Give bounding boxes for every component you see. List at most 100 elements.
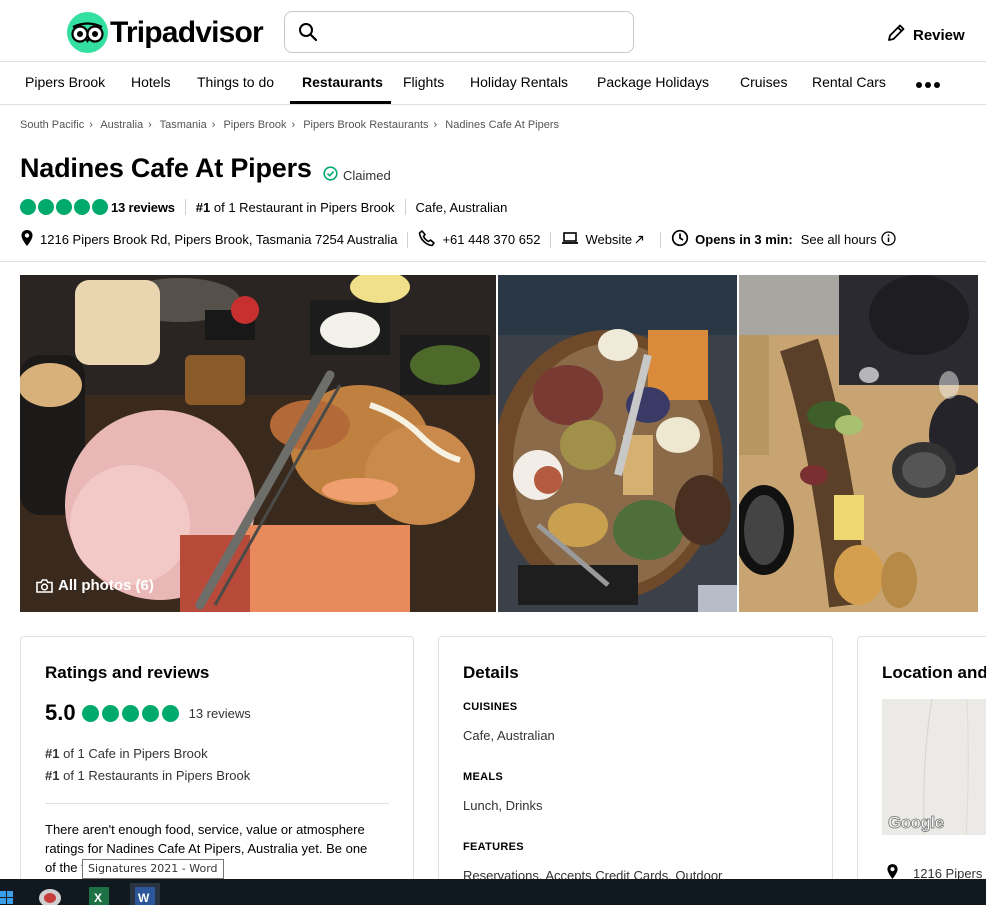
divider	[660, 231, 662, 248]
rank-cafe[interactable]: #1 of 1 Cafe in Pipers Brook	[45, 746, 208, 761]
meals-value: Lunch, Drinks	[463, 798, 543, 813]
search-icon	[298, 22, 318, 47]
main-nav: Pipers Brook Hotels Things to do Restaur…	[0, 63, 986, 105]
breadcrumb-current: Nadines Cafe At Pipers	[445, 119, 559, 131]
divider	[404, 199, 406, 215]
ranking[interactable]: #1 of 1 Restaurant in Pipers Brook	[196, 200, 395, 215]
rank-restaurants[interactable]: #1 of 1 Restaurants in Pipers Brook	[45, 768, 250, 783]
windows-taskbar: X W	[0, 879, 986, 905]
phone-link[interactable]: +61 448 370 652	[418, 229, 540, 250]
rating-bubble	[121, 704, 139, 722]
breadcrumb-item[interactable]: South Pacific	[20, 119, 84, 131]
svg-text:W: W	[138, 891, 150, 905]
details-card: Details CUISINES Cafe, Australian MEALS …	[438, 636, 833, 896]
chevron-right-icon: ›	[148, 119, 152, 131]
photo-platter-bowl[interactable]	[498, 275, 737, 612]
photo-grazing-table[interactable]	[739, 275, 978, 612]
page-title: Nadines Cafe At Pipers	[20, 153, 312, 183]
listing-meta: 13 reviews #1 of 1 Restaurant in Pipers …	[20, 199, 507, 215]
chevron-right-icon: ›	[89, 119, 93, 131]
rating-bubble	[101, 704, 119, 722]
rating-bubble	[20, 199, 36, 215]
cuisines-label: CUISINES	[463, 701, 518, 713]
write-review-button[interactable]: Review	[885, 22, 965, 48]
divider	[45, 803, 389, 804]
rating-bubble	[38, 199, 54, 215]
details-card-title: Details	[463, 663, 519, 682]
location-map[interactable]: Google	[882, 699, 986, 835]
info-icon[interactable]	[880, 230, 902, 249]
location-card: Location and contact Google 1216 Pipers	[857, 636, 986, 896]
breadcrumb-item[interactable]: Pipers Brook Restaurants	[303, 119, 428, 131]
nav-item-cruises[interactable]: Cruises	[740, 63, 787, 104]
camera-icon	[36, 578, 58, 593]
contact-row: 1216 Pipers Brook Rd, Pipers Brook, Tasm…	[20, 229, 902, 250]
rating-bubble	[56, 199, 72, 215]
website-link[interactable]: Website	[561, 230, 650, 249]
external-link-icon	[635, 232, 650, 247]
divider	[407, 231, 409, 248]
rating-bubble	[92, 199, 108, 215]
nav-item-things-to-do[interactable]: Things to do	[197, 63, 274, 104]
rank-number: #1	[195, 199, 211, 215]
rank-text: of 1 Cafe in Pipers Brook	[63, 746, 208, 761]
svg-text:X: X	[94, 891, 102, 905]
nav-item-restaurants[interactable]: Restaurants	[290, 63, 391, 104]
word-icon[interactable]: W	[130, 883, 160, 905]
browser-app-icon[interactable]	[38, 883, 62, 905]
breadcrumb-item[interactable]: Pipers Brook	[223, 119, 286, 131]
phone-icon	[418, 229, 442, 250]
clock-icon	[671, 229, 695, 250]
all-photos-button[interactable]: All photos (6)	[36, 577, 154, 594]
nav-item-package-holidays[interactable]: Package Holidays	[597, 63, 709, 104]
chevron-right-icon: ›	[211, 119, 216, 131]
features-label: FEATURES	[463, 841, 524, 853]
breadcrumb-item[interactable]: Australia	[100, 119, 143, 131]
rating-bubble	[161, 704, 179, 722]
rating-bubble	[81, 704, 99, 722]
reviews-count-link[interactable]: 13 reviews	[189, 706, 251, 721]
excel-icon[interactable]: X	[87, 883, 111, 905]
taskbar-tooltip: Signatures 2021 - Word	[82, 859, 224, 879]
more-menu-icon[interactable]	[916, 82, 940, 88]
hours-info[interactable]: Opens in 3 min: See all hours	[671, 229, 901, 250]
nav-item-pipers-brook[interactable]: Pipers Brook	[25, 63, 105, 104]
rating-score: 5.0	[45, 700, 76, 725]
breadcrumb: South Pacific › Australia › Tasmania › Pipe…	[20, 119, 559, 131]
divider	[550, 231, 552, 248]
photo-charcuterie-board[interactable]: All photos (6)	[20, 275, 496, 612]
cuisine-list[interactable]: Cafe, Australian	[416, 200, 508, 215]
tripadvisor-logo[interactable]: Tripadvisor	[67, 12, 264, 53]
start-icon[interactable]	[0, 883, 24, 905]
nav-item-holiday-rentals[interactable]: Holiday Rentals	[470, 63, 568, 104]
pencil-icon	[885, 22, 913, 48]
nav-item-flights[interactable]: Flights	[403, 63, 444, 104]
claimed-badge[interactable]: Claimed	[323, 166, 391, 184]
nav-item-hotels[interactable]: Hotels	[131, 63, 171, 104]
reviews-link[interactable]: 13 reviews	[111, 200, 175, 215]
ratings-card: Ratings and reviews 5.0 13 reviews #1 of…	[20, 636, 414, 896]
photo-gallery: All photos (6)	[20, 275, 978, 612]
review-label: Review	[913, 26, 965, 44]
search-bar[interactable]	[284, 11, 634, 53]
rating-bubble	[74, 199, 90, 215]
site-header: Tripadvisor Review	[0, 0, 986, 62]
search-input[interactable]	[325, 18, 625, 46]
rating-bubbles	[20, 199, 108, 215]
location-card-title: Location and contact	[882, 663, 986, 682]
address-text: 1216 Pipers Brook Rd, Pipers Brook, Tasm…	[40, 232, 398, 247]
divider	[184, 199, 186, 215]
section-divider	[0, 261, 986, 262]
see-all-hours-link[interactable]: See all hours	[801, 232, 877, 247]
chevron-right-icon: ›	[291, 119, 296, 131]
nav-item-rental-cars[interactable]: Rental Cars	[812, 63, 886, 104]
address-link[interactable]: 1216 Pipers Brook Rd, Pipers Brook, Tasm…	[20, 229, 397, 250]
rank-number: #1	[45, 746, 60, 761]
owl-logo-icon	[67, 12, 108, 53]
ratings-card-title: Ratings and reviews	[45, 663, 210, 682]
breadcrumb-item[interactable]: Tasmania	[160, 119, 207, 131]
logo-text: Tripadvisor	[110, 15, 264, 49]
overall-rating: 5.0 13 reviews	[45, 700, 251, 726]
chevron-right-icon: ›	[433, 119, 438, 131]
hours-status: Opens in 3 min:	[695, 232, 793, 247]
